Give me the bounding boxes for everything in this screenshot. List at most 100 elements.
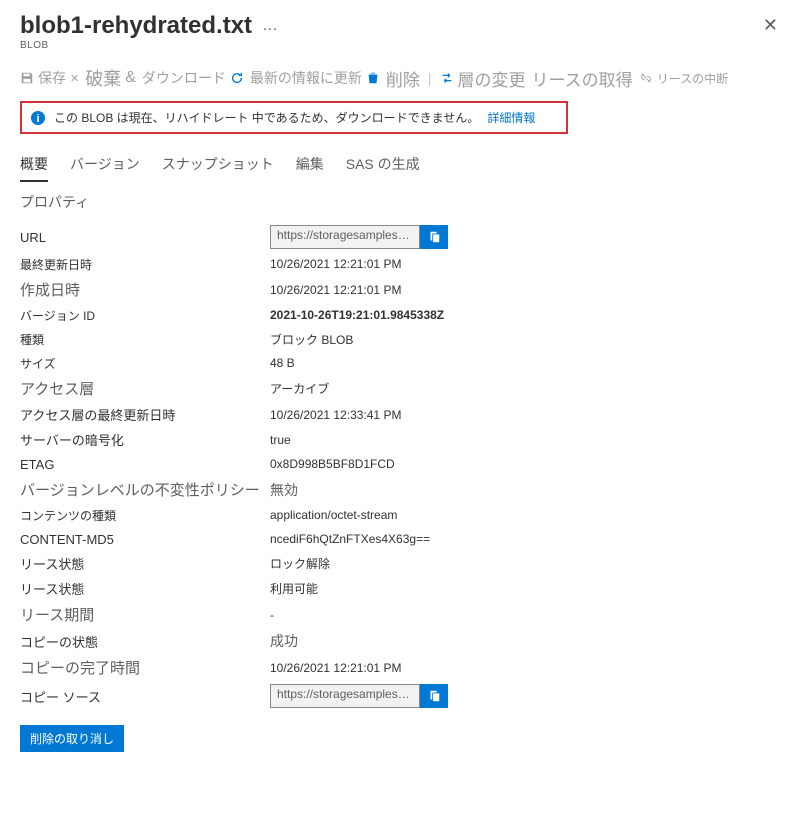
break-lease-icon bbox=[639, 71, 653, 85]
label-access-tier-mod: アクセス層の最終更新日時 bbox=[20, 405, 270, 424]
row-type: 種類 ブロック BLOB bbox=[20, 327, 782, 351]
notice-link[interactable]: 詳細情報 bbox=[487, 109, 535, 126]
row-copy-completion: コピーの完了時間 10/26/2021 12:21:01 PM bbox=[20, 654, 782, 681]
acquire-lease-label: リースの取得 bbox=[532, 66, 633, 91]
save-icon bbox=[20, 71, 34, 85]
save-button[interactable]: 保存 ✕ bbox=[20, 68, 79, 88]
tab-edit[interactable]: 編集 bbox=[296, 148, 324, 182]
copy-url-button[interactable] bbox=[420, 225, 448, 249]
value-copy-status: 成功 bbox=[270, 631, 298, 651]
row-access-tier: アクセス層 アーカイブ bbox=[20, 375, 782, 402]
row-immutability: バージョンレベルの不変性ポリシー 無効 bbox=[20, 476, 782, 503]
close-icon[interactable]: ✕ bbox=[759, 12, 782, 38]
command-bar: 保存 ✕ 破棄 & ダウンロード 最新の情報に更新 削除 | 層の変更 リースの… bbox=[20, 65, 782, 91]
tab-snapshots[interactable]: スナップショット bbox=[162, 148, 274, 182]
save-label: 保存 bbox=[38, 68, 66, 88]
label-size: サイズ bbox=[20, 355, 270, 372]
copy-icon bbox=[427, 689, 441, 703]
label-version-id: バージョン ID bbox=[20, 307, 270, 324]
row-copy-status: コピーの状態 成功 bbox=[20, 628, 782, 654]
value-content-md5: ncediF6hQtZnFTXes4X63g== bbox=[270, 532, 430, 546]
more-menu-icon[interactable]: … bbox=[262, 17, 278, 35]
url-value[interactable]: https://storagesamples… bbox=[270, 225, 420, 249]
value-creation-time: 10/26/2021 12:21:01 PM bbox=[270, 283, 401, 297]
row-content-md5: CONTENT-MD5 ncediF6hQtZnFTXes4X63g== bbox=[20, 527, 782, 551]
copy-icon bbox=[427, 230, 441, 244]
row-size: サイズ 48 B bbox=[20, 351, 782, 375]
tab-versions[interactable]: バージョン bbox=[70, 148, 140, 182]
row-lease-status: リース状態 ロック解除 bbox=[20, 551, 782, 576]
tab-overview[interactable]: 概要 bbox=[20, 148, 48, 182]
value-lease-duration: - bbox=[270, 608, 274, 622]
label-last-modified: 最終更新日時 bbox=[20, 256, 270, 273]
row-last-modified: 最終更新日時 10/26/2021 12:21:01 PM bbox=[20, 252, 782, 276]
label-lease-state: リース状態 bbox=[20, 579, 270, 598]
page-subtitle: BLOB bbox=[20, 40, 278, 51]
label-content-md5: CONTENT-MD5 bbox=[20, 532, 270, 547]
label-creation-time: 作成日時 bbox=[20, 279, 270, 300]
section-properties: プロパティ bbox=[20, 192, 782, 212]
value-size: 48 B bbox=[270, 356, 295, 370]
toolbar-separator: | bbox=[428, 70, 432, 86]
change-tier-label: 層の変更 bbox=[458, 66, 526, 91]
value-type: ブロック BLOB bbox=[270, 331, 353, 348]
delete-label: 削除 bbox=[386, 66, 420, 91]
row-version-id: バージョン ID 2021-10-26T19:21:01.9845338Z bbox=[20, 303, 782, 327]
row-url: URL https://storagesamples… bbox=[20, 222, 782, 252]
value-access-tier-mod: 10/26/2021 12:33:41 PM bbox=[270, 408, 401, 422]
acquire-lease-button[interactable]: リースの取得 bbox=[532, 66, 633, 91]
value-immutability: 無効 bbox=[270, 480, 298, 500]
row-copy-source: コピー ソース https://storagesamples… bbox=[20, 681, 782, 711]
value-content-type: application/octet-stream bbox=[270, 508, 397, 522]
row-server-encrypt: サーバーの暗号化 true bbox=[20, 427, 782, 452]
delete-icon bbox=[366, 71, 380, 85]
label-immutability: バージョンレベルの不変性ポリシー bbox=[20, 479, 270, 500]
label-copy-completion: コピーの完了時間 bbox=[20, 657, 270, 678]
refresh-label: 最新の情報に更新 bbox=[250, 68, 362, 88]
row-lease-duration: リース期間 - bbox=[20, 601, 782, 628]
value-last-modified: 10/26/2021 12:21:01 PM bbox=[270, 257, 401, 271]
break-lease-button[interactable]: リースの中断 bbox=[639, 70, 728, 87]
label-access-tier: アクセス層 bbox=[20, 378, 270, 399]
discard-button[interactable]: 破棄 & bbox=[85, 65, 136, 91]
label-etag: ETAG bbox=[20, 457, 270, 472]
value-lease-state: 利用可能 bbox=[270, 580, 318, 597]
delete-button[interactable]: 削除 bbox=[386, 66, 420, 91]
tab-sas[interactable]: SAS の生成 bbox=[346, 148, 420, 182]
tab-bar: 概要 バージョン スナップショット 編集 SAS の生成 bbox=[20, 148, 782, 182]
download-label: ダウンロード bbox=[142, 68, 226, 88]
value-access-tier: アーカイブ bbox=[270, 380, 329, 397]
value-version-id: 2021-10-26T19:21:01.9845338Z bbox=[270, 308, 444, 322]
label-copy-source: コピー ソース bbox=[20, 687, 270, 706]
label-copy-status: コピーの状態 bbox=[20, 632, 270, 651]
label-lease-status: リース状態 bbox=[20, 554, 270, 573]
label-lease-duration: リース期間 bbox=[20, 604, 270, 625]
label-server-encrypt: サーバーの暗号化 bbox=[20, 430, 270, 449]
discard-label: 破棄 bbox=[85, 65, 121, 91]
label-url: URL bbox=[20, 230, 270, 245]
info-icon: i bbox=[30, 110, 46, 126]
rehydration-notice: i この BLOB は現在、リハイドレート 中であるため、ダウンロードできません… bbox=[20, 101, 568, 134]
value-etag: 0x8D998B5BF8D1FCD bbox=[270, 457, 395, 471]
value-server-encrypt: true bbox=[270, 433, 291, 447]
label-content-type: コンテンツの種類 bbox=[20, 507, 270, 524]
blob-properties-panel: blob1-rehydrated.txt … BLOB ✕ 保存 ✕ 破棄 & … bbox=[0, 0, 802, 772]
row-creation-time: 作成日時 10/26/2021 12:21:01 PM bbox=[20, 276, 782, 303]
refresh-button[interactable]: 最新の情報に更新 bbox=[250, 68, 380, 88]
panel-header: blob1-rehydrated.txt … BLOB ✕ bbox=[20, 12, 782, 51]
undelete-button[interactable]: 削除の取り消し bbox=[20, 725, 124, 752]
value-copy-completion: 10/26/2021 12:21:01 PM bbox=[270, 661, 401, 675]
refresh-icon bbox=[230, 71, 244, 85]
label-type: 種類 bbox=[20, 331, 270, 348]
change-tier-button[interactable]: 層の変更 bbox=[440, 66, 526, 91]
value-lease-status: ロック解除 bbox=[270, 555, 330, 572]
page-title: blob1-rehydrated.txt bbox=[20, 12, 252, 40]
properties-list: URL https://storagesamples… 最終更新日時 10/26… bbox=[20, 222, 782, 711]
row-content-type: コンテンツの種類 application/octet-stream bbox=[20, 503, 782, 527]
notice-text: この BLOB は現在、リハイドレート 中であるため、ダウンロードできません。 bbox=[54, 109, 479, 126]
copy-source-value[interactable]: https://storagesamples… bbox=[270, 684, 420, 708]
svg-text:i: i bbox=[36, 113, 39, 125]
download-button[interactable]: ダウンロード bbox=[142, 68, 244, 88]
break-lease-label: リースの中断 bbox=[657, 70, 728, 87]
copy-source-button[interactable] bbox=[420, 684, 448, 708]
